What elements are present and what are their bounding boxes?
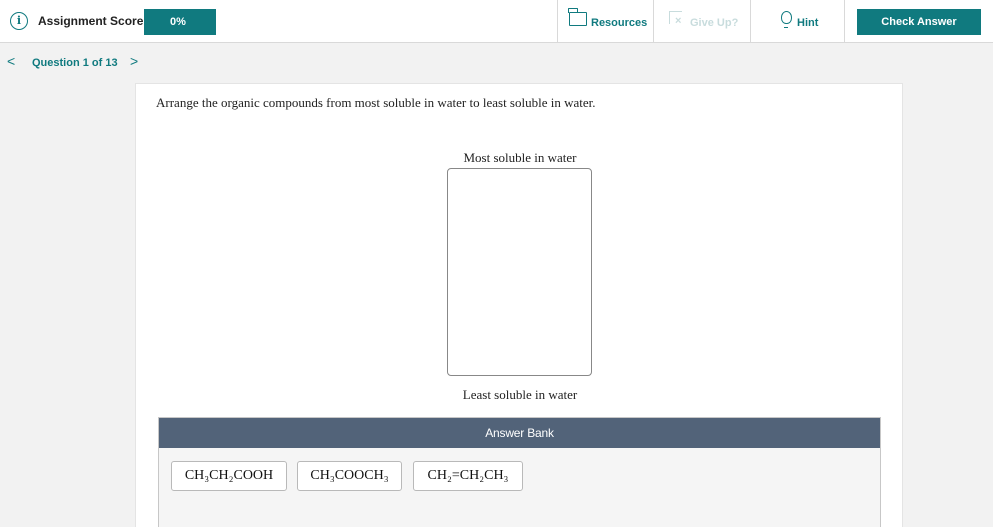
previous-question-icon[interactable]: < (7, 53, 19, 71)
least-soluble-label: Least soluble in water (462, 387, 578, 402)
lightbulb-icon (781, 11, 792, 28)
ranking-drop-zone[interactable] (447, 168, 592, 376)
question-card: Arrange the organic compounds from most … (135, 83, 903, 527)
info-icon[interactable]: i (10, 12, 28, 30)
answer-tile-propanoic-acid[interactable]: CH₃CH₂COOH (171, 461, 287, 491)
folder-icon (568, 8, 587, 26)
resources-label: Resources (591, 17, 648, 29)
top-bar: i Assignment Score: 0% Resources Give Up… (0, 0, 993, 43)
giveup-icon (669, 11, 682, 26)
answer-bank: Answer Bank CH₃CH₂COOH CH₃COOCH₃ CH₂=CH₂… (158, 417, 881, 527)
most-soluble-label: Most soluble in water (463, 150, 577, 165)
answer-tile-methyl-acetate[interactable]: CH₃COOCH₃ (297, 461, 402, 491)
answer-bank-title: Answer Bank (159, 418, 880, 448)
give-up-button[interactable]: Give Up? (653, 0, 750, 43)
next-question-icon[interactable]: > (130, 53, 142, 71)
check-answer-button[interactable]: Check Answer (857, 9, 981, 35)
resources-button[interactable]: Resources (557, 0, 653, 43)
question-selector[interactable]: Question 1 of 13 (32, 57, 118, 69)
score-value-badge: 0% (144, 9, 216, 35)
question-prompt: Arrange the organic compounds from most … (156, 95, 596, 110)
give-up-label: Give Up? (690, 17, 739, 29)
hint-label: Hint (797, 17, 819, 29)
answer-tile-propene[interactable]: CH₂=CH₂CH₃ (413, 461, 523, 491)
assignment-score-label: Assignment Score: (38, 14, 148, 28)
hint-button[interactable]: Hint (750, 0, 845, 43)
